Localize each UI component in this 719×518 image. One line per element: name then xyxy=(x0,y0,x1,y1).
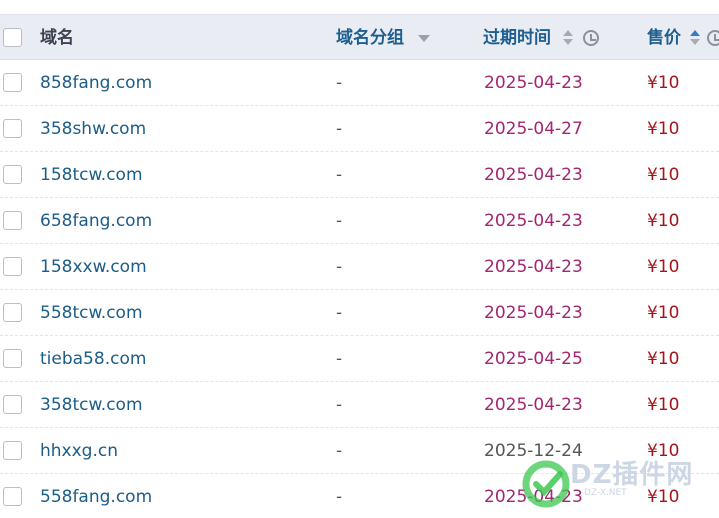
domain-link[interactable]: 358tcw.com xyxy=(40,382,143,428)
expire-date: 2025-04-23 xyxy=(484,257,583,277)
group-value: - xyxy=(336,395,343,415)
group-value: - xyxy=(336,441,343,461)
domain-link[interactable]: 158tcw.com xyxy=(40,152,143,198)
group-value: - xyxy=(336,349,343,369)
column-header-domain: 域名 xyxy=(40,28,74,48)
group-value: - xyxy=(336,257,343,277)
clock-icon[interactable] xyxy=(583,30,599,46)
group-value: - xyxy=(336,211,343,231)
domain-link[interactable]: tieba58.com xyxy=(40,336,146,382)
group-value: - xyxy=(336,487,343,507)
price-value: ¥10 xyxy=(647,303,680,323)
row-checkbox[interactable] xyxy=(3,211,22,230)
row-checkbox[interactable] xyxy=(3,395,22,414)
top-strip xyxy=(0,0,719,14)
table-row[interactable]: 358tcw.com - 2025-04-23 ¥10 xyxy=(0,382,719,428)
expire-date: 2025-04-23 xyxy=(484,303,583,323)
expire-date: 2025-04-23 xyxy=(484,395,583,415)
row-checkbox[interactable] xyxy=(3,349,22,368)
expire-date: 2025-12-24 xyxy=(484,441,583,461)
row-checkbox[interactable] xyxy=(3,73,22,92)
row-checkbox[interactable] xyxy=(3,487,22,506)
table-row[interactable]: 658fang.com - 2025-04-23 ¥10 xyxy=(0,198,719,244)
table-row[interactable]: 558fang.com - 2025-04-23 ¥10 xyxy=(0,474,719,518)
table-row[interactable]: 858fang.com - 2025-04-23 ¥10 xyxy=(0,60,719,106)
price-sort-icon[interactable] xyxy=(690,30,700,46)
price-value: ¥10 xyxy=(647,487,680,507)
group-filter-dropdown-icon[interactable] xyxy=(418,35,430,42)
price-value: ¥10 xyxy=(647,257,680,277)
price-value: ¥10 xyxy=(647,349,680,369)
domain-link[interactable]: 358shw.com xyxy=(40,106,146,152)
expire-date: 2025-04-25 xyxy=(484,349,583,369)
domain-link[interactable]: 858fang.com xyxy=(40,60,152,106)
price-extra-icon[interactable] xyxy=(707,30,719,46)
domain-link[interactable]: 558tcw.com xyxy=(40,290,143,336)
column-header-price[interactable]: 售价 xyxy=(647,15,681,61)
domain-table: 域名 域名分组 过期时间 售价 858fang.com - 2025-04-23… xyxy=(0,0,719,518)
table-row[interactable]: 158xxw.com - 2025-04-23 ¥10 xyxy=(0,244,719,290)
price-value: ¥10 xyxy=(647,441,680,461)
price-value: ¥10 xyxy=(647,119,680,139)
column-header-expire[interactable]: 过期时间 xyxy=(483,15,551,61)
group-value: - xyxy=(336,119,343,139)
domain-link[interactable]: 158xxw.com xyxy=(40,244,147,290)
expire-date: 2025-04-23 xyxy=(484,73,583,93)
domain-link[interactable]: hhxxg.cn xyxy=(40,428,118,474)
row-checkbox[interactable] xyxy=(3,441,22,460)
row-checkbox[interactable] xyxy=(3,257,22,276)
select-all-checkbox[interactable] xyxy=(3,28,22,47)
expire-date: 2025-04-23 xyxy=(484,165,583,185)
table-row[interactable]: 358shw.com - 2025-04-27 ¥10 xyxy=(0,106,719,152)
group-value: - xyxy=(336,303,343,323)
domain-link[interactable]: 658fang.com xyxy=(40,198,152,244)
expire-sort-icon[interactable] xyxy=(563,30,573,46)
price-value: ¥10 xyxy=(647,165,680,185)
group-value: - xyxy=(336,73,343,93)
column-header-group[interactable]: 域名分组 xyxy=(336,15,404,61)
expire-date: 2025-04-23 xyxy=(484,487,583,507)
row-checkbox[interactable] xyxy=(3,165,22,184)
table-row[interactable]: tieba58.com - 2025-04-25 ¥10 xyxy=(0,336,719,382)
table-row[interactable]: 558tcw.com - 2025-04-23 ¥10 xyxy=(0,290,719,336)
expire-date: 2025-04-23 xyxy=(484,211,583,231)
row-checkbox[interactable] xyxy=(3,119,22,138)
price-value: ¥10 xyxy=(647,211,680,231)
row-checkbox[interactable] xyxy=(3,303,22,322)
domain-link[interactable]: 558fang.com xyxy=(40,474,152,518)
price-value: ¥10 xyxy=(647,73,680,93)
table-header: 域名 域名分组 过期时间 售价 xyxy=(0,14,719,60)
expire-date: 2025-04-27 xyxy=(484,119,583,139)
table-row[interactable]: 158tcw.com - 2025-04-23 ¥10 xyxy=(0,152,719,198)
price-value: ¥10 xyxy=(647,395,680,415)
table-row[interactable]: hhxxg.cn - 2025-12-24 ¥10 xyxy=(0,428,719,474)
group-value: - xyxy=(336,165,343,185)
